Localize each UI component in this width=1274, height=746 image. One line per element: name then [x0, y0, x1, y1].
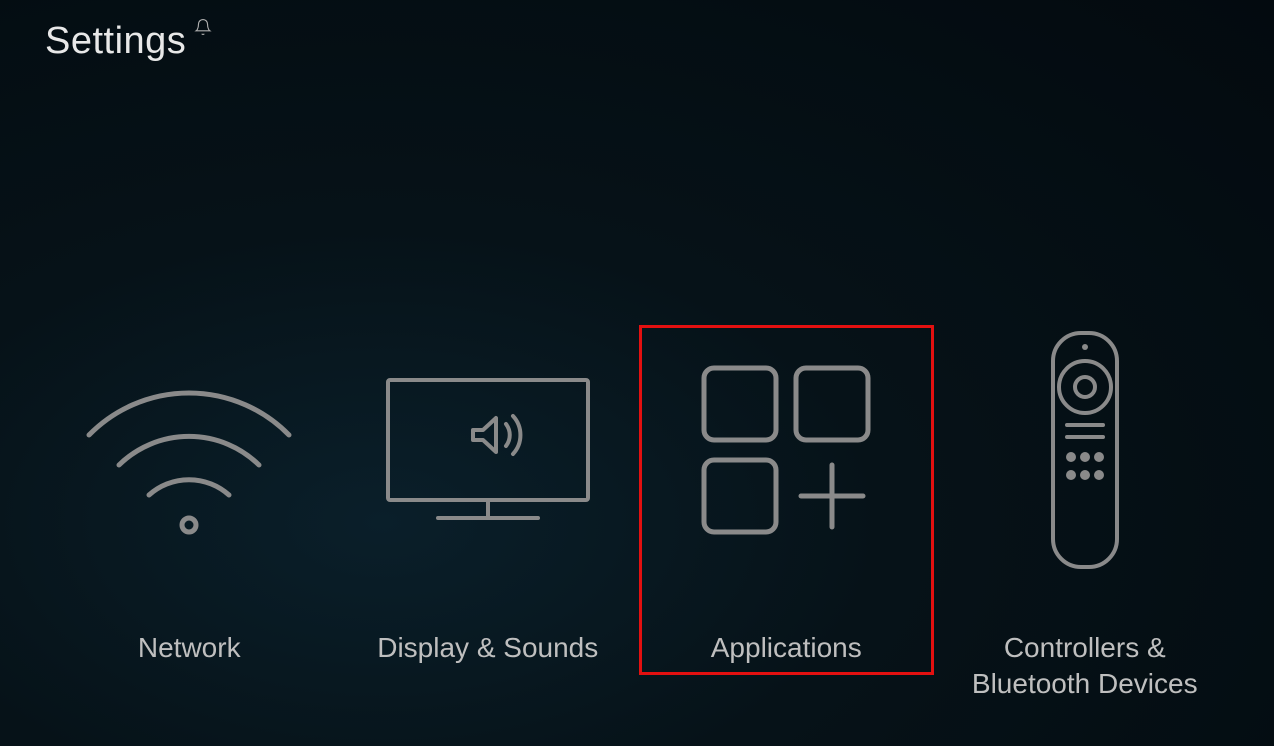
page-title: Settings: [45, 20, 186, 63]
bell-icon: [194, 18, 212, 36]
remote-icon: [1045, 330, 1125, 570]
settings-tiles-row: Network Display & Sounds: [0, 330, 1274, 703]
tile-controllers-bluetooth[interactable]: Controllers & Bluetooth Devices: [945, 330, 1225, 703]
tile-applications[interactable]: Applications: [646, 330, 926, 666]
wifi-icon: [74, 330, 304, 570]
tile-label-applications: Applications: [711, 630, 862, 666]
tile-label-controllers-bluetooth: Controllers & Bluetooth Devices: [945, 630, 1225, 703]
header: Settings: [45, 20, 212, 63]
display-sounds-icon: [378, 330, 598, 570]
tile-label-display-sounds: Display & Sounds: [377, 630, 598, 666]
tile-label-network: Network: [138, 630, 241, 666]
applications-icon: [686, 330, 886, 570]
tile-display-sounds[interactable]: Display & Sounds: [348, 330, 628, 666]
tile-network[interactable]: Network: [49, 330, 329, 666]
